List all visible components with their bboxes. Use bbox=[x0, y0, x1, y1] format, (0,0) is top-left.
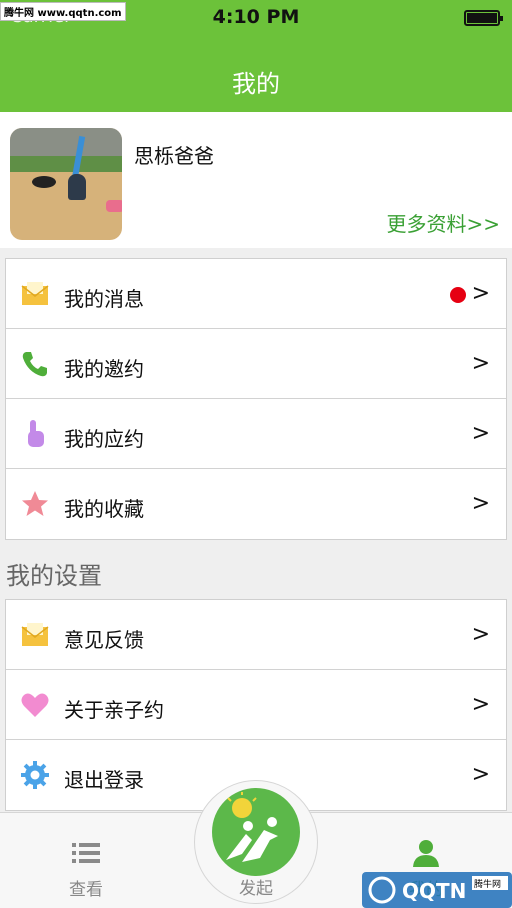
launch-logo-icon bbox=[226, 792, 278, 862]
menu-item-responses[interactable]: 我的应约 > bbox=[6, 399, 506, 469]
menu-item-label: 我的收藏 bbox=[64, 497, 144, 521]
launch-button[interactable] bbox=[212, 788, 300, 876]
menu-item-label: 意见反馈 bbox=[64, 628, 144, 652]
status-bar: Carrier 4:10 PM 腾牛网 www.qqtn.com bbox=[0, 0, 512, 40]
menu-item-label: 退出登录 bbox=[64, 768, 144, 792]
phone-icon bbox=[22, 352, 47, 377]
tab-launch-label[interactable]: 发起 bbox=[194, 874, 318, 899]
page-title: 我的 bbox=[232, 70, 280, 98]
star-icon bbox=[22, 491, 48, 516]
person-icon bbox=[413, 840, 439, 867]
avatar[interactable] bbox=[10, 128, 122, 240]
tab-browse[interactable]: 查看 bbox=[26, 813, 146, 908]
list-icon bbox=[72, 843, 100, 863]
site-watermark: 腾牛网 www.qqtn.com bbox=[0, 2, 126, 21]
chevron-right-icon: > bbox=[471, 421, 490, 446]
chevron-right-icon: > bbox=[471, 692, 490, 717]
unread-badge bbox=[450, 287, 466, 303]
envelope-icon bbox=[21, 623, 49, 646]
chevron-right-icon: > bbox=[471, 281, 490, 306]
svg-text:腾牛网: 腾牛网 bbox=[474, 878, 501, 890]
profile-name: 思栎爸爸 bbox=[134, 144, 214, 168]
menu-item-label: 我的应约 bbox=[64, 427, 144, 451]
qqtn-watermark-logo: QQTN 腾牛网 bbox=[362, 872, 512, 908]
menu-item-label: 我的消息 bbox=[64, 287, 144, 311]
menu-item-about[interactable]: 关于亲子约 > bbox=[6, 670, 506, 740]
chevron-right-icon: > bbox=[471, 491, 490, 516]
settings-section-title: 我的设置 bbox=[6, 562, 102, 590]
heart-icon bbox=[21, 693, 49, 717]
chevron-right-icon: > bbox=[471, 622, 490, 647]
menu-item-label: 关于亲子约 bbox=[64, 698, 164, 722]
chevron-right-icon: > bbox=[471, 351, 490, 376]
tab-label: 查看 bbox=[69, 880, 103, 900]
gear-icon bbox=[21, 761, 49, 789]
svg-text:QQTN: QQTN bbox=[402, 879, 466, 903]
battery-icon bbox=[464, 10, 503, 26]
nav-bar: 我的 bbox=[0, 40, 512, 112]
menu-item-messages[interactable]: 我的消息 > bbox=[6, 259, 506, 329]
pointing-hand-icon bbox=[28, 420, 44, 447]
chevron-right-icon: > bbox=[471, 762, 490, 787]
menu-item-invitations[interactable]: 我的邀约 > bbox=[6, 329, 506, 399]
menu-item-favorites[interactable]: 我的收藏 > bbox=[6, 469, 506, 539]
envelope-icon bbox=[21, 282, 49, 305]
more-info-link[interactable]: 更多资料>> bbox=[386, 208, 500, 237]
menu-item-feedback[interactable]: 意见反馈 > bbox=[6, 600, 506, 670]
main-menu: 我的消息 > 我的邀约 > 我的应约 > 我的收藏 > bbox=[5, 258, 507, 540]
menu-item-label: 我的邀约 bbox=[64, 357, 144, 381]
profile-card[interactable]: 思栎爸爸 更多资料>> bbox=[0, 112, 512, 248]
